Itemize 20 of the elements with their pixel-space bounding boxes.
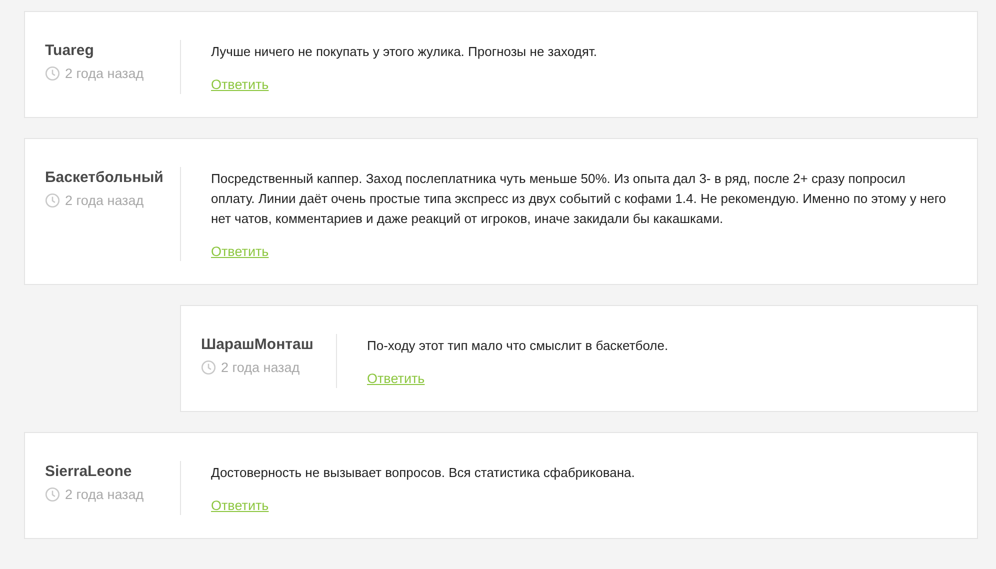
timestamp: 2 года назад	[65, 487, 144, 502]
timestamp: 2 года назад	[65, 66, 144, 81]
comment-text: По-ходу этот тип мало что смыслит в баскетболе.	[367, 337, 670, 355]
reply-link[interactable]: Ответить	[211, 498, 269, 513]
comment-text: Лучше ничего не покупать у этого жулика. Прогнозы не заходят.	[211, 43, 598, 61]
comment-text: Посредственный каппер. Заход послеплатника чуть меньше 50%. Из опыта дал 3- в ряд, после 2+ сразу попросил оплату. Линии даёт очень простые типа экспресс из двух событий с кофами 1.4. Не рекомендую. Именно по этому у него нет чатов, комментариев и даже реакций от игроков, иначе закидали бы какашками.	[211, 170, 947, 228]
timestamp: 2 года назад	[221, 360, 300, 375]
author-name: Tuareg	[45, 41, 95, 61]
clock-icon	[45, 193, 60, 208]
author-name: Баскетбольный	[45, 168, 164, 188]
author-name: SierraLeone	[45, 462, 133, 482]
reply-link[interactable]: Ответить	[367, 371, 425, 386]
clock-icon	[201, 360, 216, 375]
comment-text: Достоверность не вызывает вопросов. Вся статистика сфабрикована.	[211, 464, 636, 482]
timestamp: 2 года назад	[65, 193, 144, 208]
reply-link[interactable]: Ответить	[211, 77, 269, 92]
author-name: ШарашМонташ	[201, 335, 314, 355]
clock-icon	[45, 487, 60, 502]
reply-link[interactable]: Ответить	[211, 244, 269, 259]
clock-icon	[45, 66, 60, 81]
